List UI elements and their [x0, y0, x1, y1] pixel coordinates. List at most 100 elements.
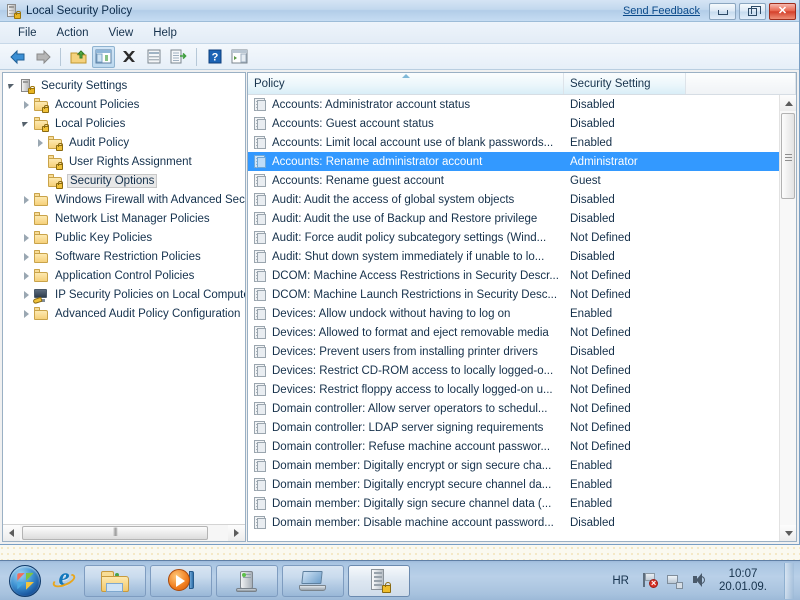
expander-icon[interactable] [20, 193, 33, 206]
minimize-button[interactable] [709, 2, 736, 20]
expander-icon[interactable] [20, 231, 33, 244]
language-indicator[interactable]: HR [612, 575, 629, 587]
policy-row[interactable]: Devices: Restrict floppy access to local… [248, 380, 779, 399]
policy-rows[interactable]: Accounts: Administrator account status Di… [248, 95, 779, 541]
policy-name-cell: Devices: Allow undock without having to … [248, 306, 564, 322]
help-icon[interactable]: ? [203, 46, 226, 68]
scroll-thumb[interactable] [22, 526, 208, 540]
policy-row[interactable]: Devices: Allowed to format and eject rem… [248, 323, 779, 342]
taskbar-task-local-security-policy[interactable] [348, 564, 410, 597]
expander-icon[interactable] [20, 98, 33, 111]
tree-item-windows-firewall[interactable]: Windows Firewall with Advanced Secu [6, 190, 245, 209]
title-bar[interactable]: Local Security Policy Send Feedback ✕ [0, 0, 799, 22]
export-list-icon[interactable] [167, 46, 190, 68]
quick-launch-internet-explorer[interactable]: e [48, 564, 80, 598]
scroll-up-icon[interactable] [780, 95, 796, 111]
title-bar-controls: Send Feedback ✕ [623, 0, 796, 22]
clock[interactable]: 10:07 20.01.09. [716, 568, 770, 594]
show-action-pane-icon[interactable] [228, 46, 251, 68]
close-button[interactable]: ✕ [769, 2, 796, 20]
policy-row[interactable]: DCOM: Machine Access Restrictions in Sec… [248, 266, 779, 285]
menu-view[interactable]: View [99, 25, 144, 41]
tree-item-account-policies[interactable]: Account Policies [6, 95, 245, 114]
tree-horizontal-scrollbar[interactable] [3, 524, 245, 541]
restore-button[interactable] [739, 2, 766, 20]
svg-text:?: ? [211, 52, 218, 64]
tree-item-audit-policy[interactable]: Audit Policy [6, 133, 245, 152]
policy-name-text: Devices: Prevent users from installing p… [272, 345, 538, 358]
menu-file[interactable]: File [8, 25, 47, 41]
scroll-left-icon[interactable] [3, 525, 20, 541]
policy-row[interactable]: Audit: Audit the access of global system… [248, 190, 779, 209]
policy-row[interactable]: Domain controller: LDAP server signing r… [248, 418, 779, 437]
policy-row[interactable]: Accounts: Rename guest account Guest [248, 171, 779, 190]
expander-icon[interactable] [34, 136, 47, 149]
policy-row[interactable]: Accounts: Administrator account status Di… [248, 95, 779, 114]
policy-row[interactable]: Domain member: Digitally sign secure cha… [248, 494, 779, 513]
policy-row[interactable]: Domain controller: Allow server operator… [248, 399, 779, 418]
scroll-right-icon[interactable] [228, 525, 245, 541]
delete-icon[interactable] [117, 46, 140, 68]
start-button[interactable] [2, 563, 48, 599]
scroll-track[interactable] [780, 111, 796, 525]
column-header-policy[interactable]: Policy [248, 73, 564, 94]
policy-row[interactable]: Domain member: Digitally encrypt or sign… [248, 456, 779, 475]
policy-row[interactable]: Audit: Audit the use of Backup and Resto… [248, 209, 779, 228]
back-icon[interactable] [6, 46, 29, 68]
policy-row[interactable]: Domain member: Disable machine account p… [248, 513, 779, 532]
folder-icon [101, 570, 129, 592]
menu-help[interactable]: Help [143, 25, 187, 41]
policy-row[interactable]: Accounts: Limit local account use of bla… [248, 133, 779, 152]
show-desktop-button[interactable] [784, 562, 794, 599]
action-center-flag-icon[interactable] [641, 572, 658, 589]
policy-row[interactable]: Domain member: Digitally encrypt secure … [248, 475, 779, 494]
scroll-track[interactable] [20, 525, 228, 541]
taskbar-task-windows-media-player[interactable] [150, 564, 212, 597]
policy-row[interactable]: DCOM: Machine Launch Restrictions in Sec… [248, 285, 779, 304]
scroll-down-icon[interactable] [780, 525, 796, 541]
network-icon[interactable] [666, 572, 683, 589]
tree-item-local-policies[interactable]: Local Policies [6, 114, 245, 133]
taskbar-task-computer[interactable] [216, 564, 278, 597]
tree-item-user-rights-assignment[interactable]: User Rights Assignment [6, 152, 245, 171]
expander-icon[interactable] [20, 269, 33, 282]
policy-row[interactable]: Devices: Restrict CD-ROM access to local… [248, 361, 779, 380]
tree-item-software-restriction-policies[interactable]: Software Restriction Policies [6, 247, 245, 266]
policy-row[interactable]: Devices: Allow undock without having to … [248, 304, 779, 323]
policy-row[interactable]: Domain controller: Refuse machine accoun… [248, 437, 779, 456]
taskbar-task-laptop[interactable] [282, 564, 344, 597]
expander-icon[interactable] [6, 79, 19, 92]
policy-row[interactable]: Audit: Force audit policy subcategory se… [248, 228, 779, 247]
column-header-blank[interactable] [686, 73, 796, 94]
show-hide-console-tree-icon[interactable] [92, 45, 115, 68]
taskbar-task-windows-explorer[interactable] [84, 564, 146, 597]
policy-row[interactable]: Accounts: Guest account status Disabled [248, 114, 779, 133]
tree-item-security-settings[interactable]: Security Settings [6, 76, 245, 95]
policy-name-cell: Domain controller: Refuse machine accoun… [248, 439, 564, 455]
security-setting-cell: Enabled [570, 307, 613, 320]
forward-icon[interactable] [31, 46, 54, 68]
menu-action[interactable]: Action [47, 25, 99, 41]
list-vertical-scrollbar[interactable] [779, 95, 796, 541]
tree-item-network-list-manager[interactable]: Network List Manager Policies [6, 209, 245, 228]
expander-icon[interactable] [20, 250, 33, 263]
policy-row[interactable]: Audit: Shut down system immediately if u… [248, 247, 779, 266]
column-header-security-setting[interactable]: Security Setting [564, 73, 686, 94]
expander-icon[interactable] [20, 307, 33, 320]
send-feedback-link[interactable]: Send Feedback [623, 5, 700, 17]
expander-icon[interactable] [20, 288, 33, 301]
ipsec-icon [32, 287, 49, 304]
tree-item-advanced-audit-policy-configuration[interactable]: Advanced Audit Policy Configuration [6, 304, 245, 323]
console-tree[interactable]: Security Settings Account Policies Local… [3, 73, 245, 524]
tree-item-security-options[interactable]: Security Options [6, 171, 245, 190]
tree-item-public-key-policies[interactable]: Public Key Policies [6, 228, 245, 247]
expander-icon[interactable] [20, 117, 33, 130]
policy-row[interactable]: Accounts: Rename administrator account Ad… [248, 152, 779, 171]
tree-item-ip-security-policies[interactable]: IP Security Policies on Local Compute [6, 285, 245, 304]
policy-row[interactable]: Devices: Prevent users from installing p… [248, 342, 779, 361]
volume-icon[interactable] [691, 572, 708, 589]
scroll-thumb[interactable] [781, 113, 795, 199]
up-one-level-icon[interactable] [67, 46, 90, 68]
tree-item-application-control-policies[interactable]: Application Control Policies [6, 266, 245, 285]
properties-icon[interactable] [142, 46, 165, 68]
